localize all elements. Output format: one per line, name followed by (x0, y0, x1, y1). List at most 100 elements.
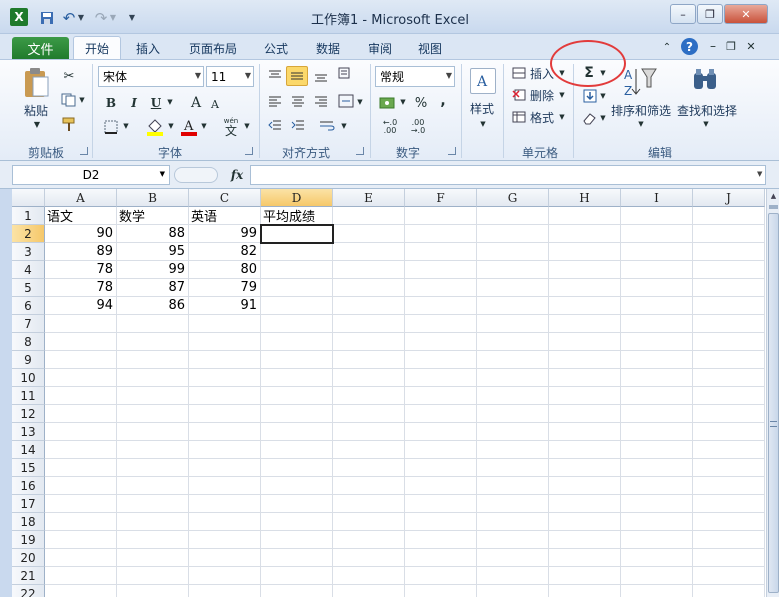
cell-I10[interactable] (621, 369, 693, 387)
cell-G2[interactable] (477, 225, 549, 243)
paste-dropdown-icon[interactable]: ▼ (32, 120, 42, 129)
row-header-17[interactable]: 17 (12, 495, 45, 513)
row-header-15[interactable]: 15 (12, 459, 45, 477)
paste-icon[interactable] (22, 66, 50, 100)
cell-J9[interactable] (693, 351, 765, 369)
formula-bar-resize-icon[interactable] (174, 167, 218, 183)
cell-I11[interactable] (621, 387, 693, 405)
cell-H21[interactable] (549, 567, 621, 585)
align-right-icon[interactable] (312, 94, 330, 110)
cell-F20[interactable] (405, 549, 477, 567)
cell-B8[interactable] (117, 333, 189, 351)
tab-page-layout[interactable]: 页面布局 (178, 37, 248, 59)
cell-D12[interactable] (261, 405, 333, 423)
cell-C2[interactable]: 99 (189, 225, 261, 243)
cell-D19[interactable] (261, 531, 333, 549)
cell-C11[interactable] (189, 387, 261, 405)
cell-I17[interactable] (621, 495, 693, 513)
cell-J3[interactable] (693, 243, 765, 261)
row-header-2[interactable]: 2 (12, 225, 45, 243)
cell-C16[interactable] (189, 477, 261, 495)
fill-color-icon[interactable] (145, 118, 165, 136)
increase-decimal-icon[interactable]: ←.0.00 (378, 118, 402, 136)
cell-J22[interactable] (693, 585, 765, 597)
merge-center-icon[interactable] (337, 92, 355, 110)
align-bottom-icon[interactable] (312, 68, 330, 84)
tab-data[interactable]: 数据 (306, 37, 350, 59)
cell-F15[interactable] (405, 459, 477, 477)
scroll-up-icon[interactable]: ▲ (768, 189, 779, 203)
formula-expand-icon[interactable]: ▼ (757, 170, 762, 178)
cell-I1[interactable] (621, 207, 693, 225)
font-color-dropdown-icon[interactable]: ▼ (200, 122, 208, 130)
cell-I22[interactable] (621, 585, 693, 597)
cell-A6[interactable]: 94 (45, 297, 117, 315)
cell-A2[interactable]: 90 (45, 225, 117, 243)
cell-H1[interactable] (549, 207, 621, 225)
cell-J10[interactable] (693, 369, 765, 387)
cell-E21[interactable] (333, 567, 405, 585)
cell-I2[interactable] (621, 225, 693, 243)
cell-A9[interactable] (45, 351, 117, 369)
row-header-12[interactable]: 12 (12, 405, 45, 423)
cell-B2[interactable]: 88 (117, 225, 189, 243)
insert-function-button[interactable]: fx (226, 166, 248, 184)
bold-button[interactable]: B (103, 94, 119, 112)
delete-cells-dropdown-icon[interactable]: ▼ (558, 91, 566, 99)
increase-indent-icon[interactable] (289, 118, 307, 134)
copy-dropdown-icon[interactable]: ▼ (78, 96, 86, 104)
cell-E1[interactable] (333, 207, 405, 225)
cell-D6[interactable] (261, 297, 333, 315)
tab-formulas[interactable]: 公式 (254, 37, 298, 59)
sort-filter-button[interactable]: 排序和筛选 (611, 102, 671, 119)
cell-F2[interactable] (405, 225, 477, 243)
name-box-dropdown-icon[interactable]: ▼ (160, 170, 165, 178)
row-header-11[interactable]: 11 (12, 387, 45, 405)
cell-F14[interactable] (405, 441, 477, 459)
cell-C17[interactable] (189, 495, 261, 513)
cell-B3[interactable]: 95 (117, 243, 189, 261)
row-header-5[interactable]: 5 (12, 279, 45, 297)
cell-I8[interactable] (621, 333, 693, 351)
cell-G20[interactable] (477, 549, 549, 567)
cell-J20[interactable] (693, 549, 765, 567)
tab-file[interactable]: 文件 (12, 37, 69, 60)
cell-I9[interactable] (621, 351, 693, 369)
cell-E18[interactable] (333, 513, 405, 531)
align-middle-icon[interactable] (286, 66, 308, 86)
cell-H16[interactable] (549, 477, 621, 495)
find-select-icon[interactable] (690, 66, 720, 96)
format-painter-icon[interactable] (60, 116, 78, 132)
cell-B13[interactable] (117, 423, 189, 441)
clipboard-launcher-icon[interactable] (80, 147, 88, 155)
underline-dropdown-icon[interactable]: ▼ (166, 98, 174, 106)
cell-I19[interactable] (621, 531, 693, 549)
cell-D14[interactable] (261, 441, 333, 459)
cell-D17[interactable] (261, 495, 333, 513)
font-color-icon[interactable]: A (180, 116, 198, 138)
column-header-I[interactable]: I (621, 189, 693, 207)
cell-J17[interactable] (693, 495, 765, 513)
cell-H15[interactable] (549, 459, 621, 477)
cell-D13[interactable] (261, 423, 333, 441)
row-header-6[interactable]: 6 (12, 297, 45, 315)
cell-A16[interactable] (45, 477, 117, 495)
number-format-combo[interactable]: 常规 ▼ (375, 66, 455, 87)
cell-D3[interactable] (261, 243, 333, 261)
cell-A4[interactable]: 78 (45, 261, 117, 279)
wrap-text-icon[interactable] (318, 118, 338, 134)
cell-C4[interactable]: 80 (189, 261, 261, 279)
cell-F21[interactable] (405, 567, 477, 585)
cell-A18[interactable] (45, 513, 117, 531)
currency-icon[interactable] (378, 94, 398, 112)
cell-C8[interactable] (189, 333, 261, 351)
cell-A13[interactable] (45, 423, 117, 441)
cell-A3[interactable]: 89 (45, 243, 117, 261)
cell-A17[interactable] (45, 495, 117, 513)
cell-F9[interactable] (405, 351, 477, 369)
wrap-dropdown-icon[interactable]: ▼ (340, 122, 348, 130)
cell-I15[interactable] (621, 459, 693, 477)
cell-H13[interactable] (549, 423, 621, 441)
redo-dropdown-icon[interactable]: ▼ (108, 9, 118, 26)
cell-B20[interactable] (117, 549, 189, 567)
